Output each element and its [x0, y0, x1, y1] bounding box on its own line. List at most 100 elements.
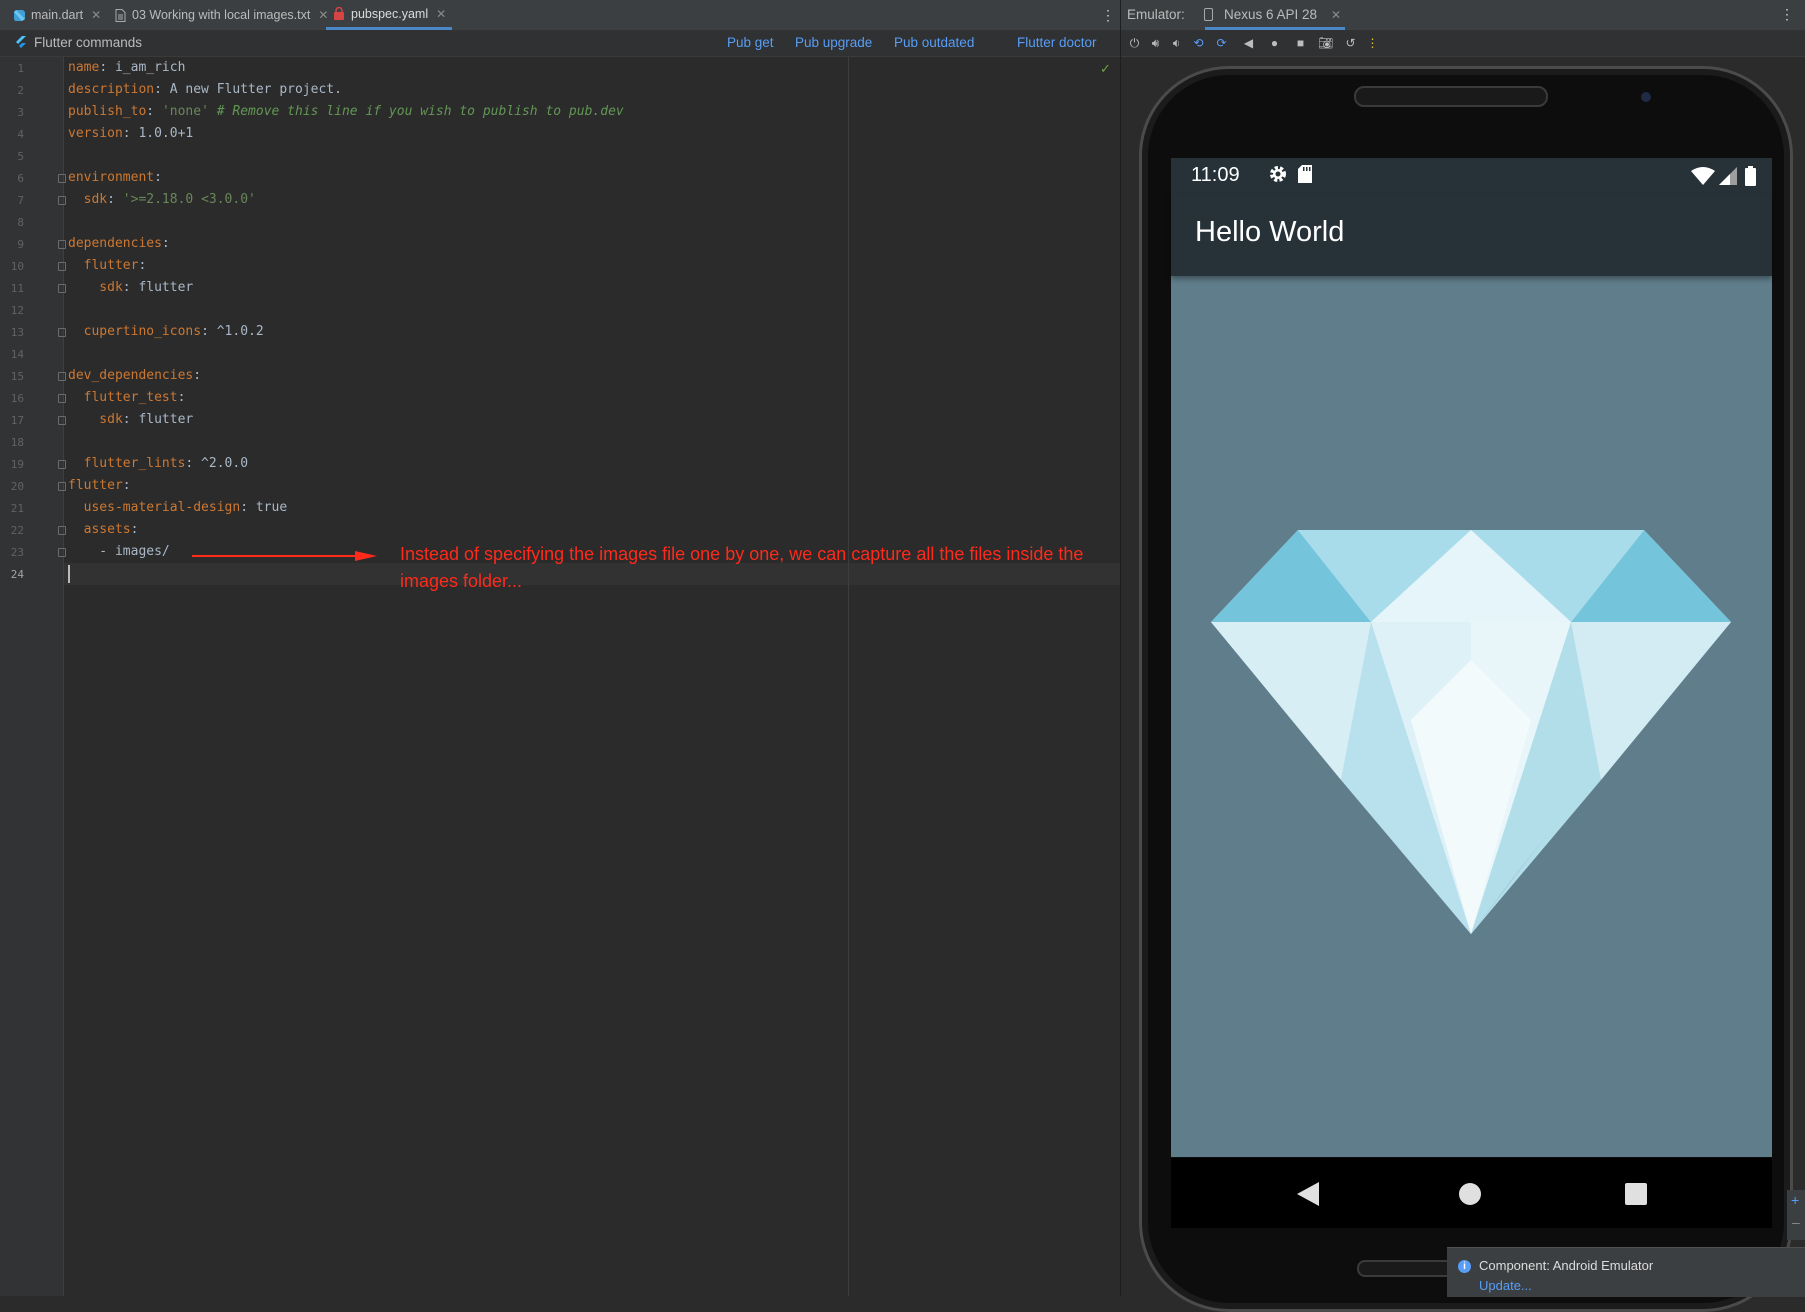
fold-marker[interactable]	[58, 526, 66, 535]
code-line-17[interactable]: sdk: flutter	[68, 412, 193, 427]
yaml-string: '>=2.18.0 <3.0.0'	[122, 192, 256, 207]
code-line-9[interactable]: dependencies:	[68, 236, 170, 251]
line-number: 7	[17, 194, 24, 207]
phone-screen[interactable]: 11:09 Hello World	[1171, 158, 1772, 1157]
fold-marker[interactable]	[58, 262, 66, 271]
line-number: 2	[17, 84, 24, 97]
back-icon[interactable]: ◀	[1241, 36, 1256, 51]
line-number: 24	[10, 568, 24, 581]
zoom-out-icon[interactable]: –	[1792, 1214, 1800, 1230]
volume-down-icon[interactable]: 🔉︎	[1169, 36, 1184, 51]
code-line-22[interactable]: assets:	[68, 522, 139, 537]
fold-marker[interactable]	[58, 416, 66, 425]
line-number: 17	[10, 414, 24, 427]
code-line-15[interactable]: dev_dependencies:	[68, 368, 201, 383]
home-icon[interactable]: ●	[1267, 36, 1282, 51]
yaml-value: : flutter	[122, 412, 194, 427]
battery-icon	[1745, 166, 1756, 191]
code-line-1[interactable]: name: i_am_rich	[68, 60, 185, 75]
code-line-13[interactable]: cupertino_icons: ^1.0.2	[68, 324, 264, 339]
fold-marker[interactable]	[58, 394, 66, 403]
no-problems-check-icon[interactable]: ✓	[1100, 61, 1111, 77]
fold-marker[interactable]	[58, 196, 66, 205]
yaml-value: : A new Flutter project.	[154, 82, 342, 97]
yaml-value: : ^1.0.2	[201, 324, 264, 339]
yaml-file-icon	[332, 6, 346, 21]
more-options-icon[interactable]: ⋮	[1101, 7, 1115, 24]
tab-pubspec-yaml[interactable]: pubspec.yaml ✕	[326, 0, 453, 30]
flutter-commands-title: Flutter commands	[34, 35, 143, 50]
overview-icon[interactable]	[1625, 1183, 1647, 1205]
yaml-key: assets	[68, 522, 131, 537]
code-line-11[interactable]: sdk: flutter	[68, 280, 193, 295]
device-tab-label: Nexus 6 API 28	[1224, 7, 1318, 22]
yaml-comment: # Remove this line if you wish to publis…	[208, 104, 624, 119]
pub-outdated-link[interactable]: Pub outdated	[894, 35, 974, 50]
more-options-icon[interactable]: ⋮	[1780, 6, 1794, 23]
close-icon[interactable]: ✕	[1331, 8, 1341, 22]
fold-marker[interactable]	[58, 174, 66, 183]
line-number: 10	[10, 260, 24, 273]
line-number: 4	[17, 128, 24, 141]
yaml-key: environment	[68, 170, 155, 185]
update-link[interactable]: Update...	[1479, 1278, 1532, 1293]
line-number: 1	[17, 62, 24, 75]
zoom-in-icon[interactable]: +	[1791, 1192, 1799, 1208]
tab-label: main.dart	[31, 8, 84, 22]
fold-marker[interactable]	[58, 240, 66, 249]
rotate-left-icon[interactable]: ⟲	[1191, 36, 1206, 51]
code-line-4[interactable]: version: 1.0.0+1	[68, 126, 193, 141]
yaml-value: : i_am_rich	[99, 60, 186, 75]
code-line-19[interactable]: flutter_lints: ^2.0.0	[68, 456, 248, 471]
code-line-21[interactable]: uses-material-design: true	[68, 500, 288, 515]
emulator-header: Emulator: Nexus 6 API 28 ✕ ⋮	[1121, 0, 1805, 31]
yaml-key: flutter	[68, 258, 139, 273]
yaml-value: - images/	[68, 544, 170, 559]
code-line-6[interactable]: environment:	[68, 170, 162, 185]
annotation-arrow	[192, 548, 377, 569]
tab-main-dart[interactable]: main.dart ✕	[12, 0, 101, 30]
notification-popup[interactable]: i Component: Android Emulator Update...	[1447, 1247, 1805, 1297]
code-line-16[interactable]: flutter_test:	[68, 390, 186, 405]
home-icon[interactable]	[1459, 1183, 1481, 1205]
code-line-7[interactable]: sdk: '>=2.18.0 <3.0.0'	[68, 192, 256, 207]
line-number: 18	[10, 436, 24, 449]
overview-icon[interactable]: ■	[1293, 36, 1308, 51]
yaml-key: flutter_lints	[68, 456, 186, 471]
pub-get-link[interactable]: Pub get	[727, 35, 774, 50]
code-editor-pane: main.dart ✕ 03 Working with local images…	[0, 0, 1120, 1296]
code-line-3[interactable]: publish_to: 'none' # Remove this line if…	[68, 104, 624, 119]
yaml-key: version	[68, 126, 123, 141]
settings-icon	[1268, 164, 1288, 189]
flutter-doctor-link[interactable]: Flutter doctor	[1017, 35, 1097, 50]
code-line-23[interactable]: - images/	[68, 544, 170, 559]
rotate-right-icon[interactable]: ⟳	[1214, 36, 1229, 51]
fold-marker[interactable]	[58, 328, 66, 337]
wifi-icon	[1691, 167, 1715, 190]
close-icon[interactable]: ✕	[436, 7, 446, 21]
screenshot-icon[interactable]: 📷︎	[1318, 36, 1333, 51]
dart-icon	[12, 8, 26, 22]
fold-marker[interactable]	[58, 460, 66, 469]
yaml-value: :	[161, 236, 170, 251]
line-number: 6	[17, 172, 24, 185]
code-line-20[interactable]: flutter:	[68, 478, 131, 493]
fold-marker[interactable]	[58, 548, 66, 557]
fold-marker[interactable]	[58, 372, 66, 381]
power-icon[interactable]: ⏻	[1127, 36, 1142, 51]
snapshot-icon[interactable]: ↺	[1343, 36, 1358, 51]
tab-working-with-local-images[interactable]: 03 Working with local images.txt ✕	[113, 0, 328, 30]
fold-marker[interactable]	[58, 482, 66, 491]
code-line-10[interactable]: flutter:	[68, 258, 147, 273]
line-number: 5	[17, 150, 24, 163]
yaml-value: : flutter	[122, 280, 194, 295]
fold-marker[interactable]	[58, 284, 66, 293]
code-line-2[interactable]: description: A new Flutter project.	[68, 82, 342, 97]
volume-up-icon[interactable]: 🔊︎	[1148, 36, 1163, 51]
close-icon[interactable]: ✕	[91, 8, 101, 22]
line-number: 3	[17, 106, 24, 119]
yaml-key: dev_dependencies	[68, 368, 194, 383]
more-options-icon[interactable]: ⋮	[1365, 36, 1380, 51]
pub-upgrade-link[interactable]: Pub upgrade	[795, 35, 872, 50]
back-icon[interactable]	[1297, 1182, 1319, 1211]
